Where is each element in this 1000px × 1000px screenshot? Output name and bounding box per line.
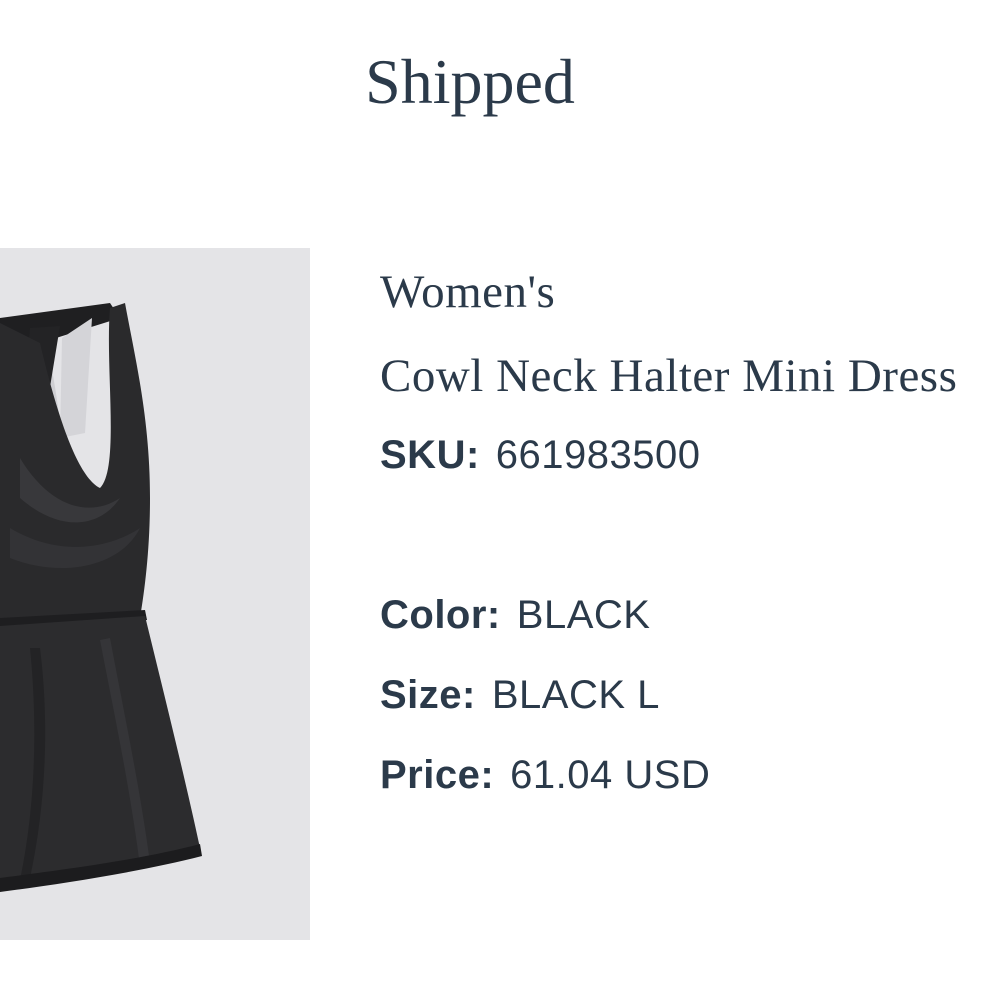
price-label: Price: (380, 753, 495, 797)
sku-label: SKU: (380, 433, 480, 477)
color-value: BLACK (516, 593, 651, 637)
price-value: 61.04 USD (510, 753, 711, 797)
sku-value: 661983500 (495, 433, 701, 477)
price-row: Price: 61.04 USD (380, 750, 710, 800)
order-status-title: Shipped (365, 46, 575, 117)
sku-row: SKU: 661983500 (380, 430, 701, 480)
size-label: Size: (380, 673, 476, 717)
product-name[interactable]: Cowl Neck Halter Mini Dress (380, 346, 957, 406)
color-row: Color: BLACK (380, 590, 650, 640)
size-row: Size: BLACK L (380, 670, 660, 720)
dress-icon (0, 303, 202, 892)
size-value: BLACK L (491, 673, 660, 717)
product-brand: Women's (380, 266, 556, 318)
product-image[interactable] (0, 248, 310, 940)
color-label: Color: (380, 593, 501, 637)
